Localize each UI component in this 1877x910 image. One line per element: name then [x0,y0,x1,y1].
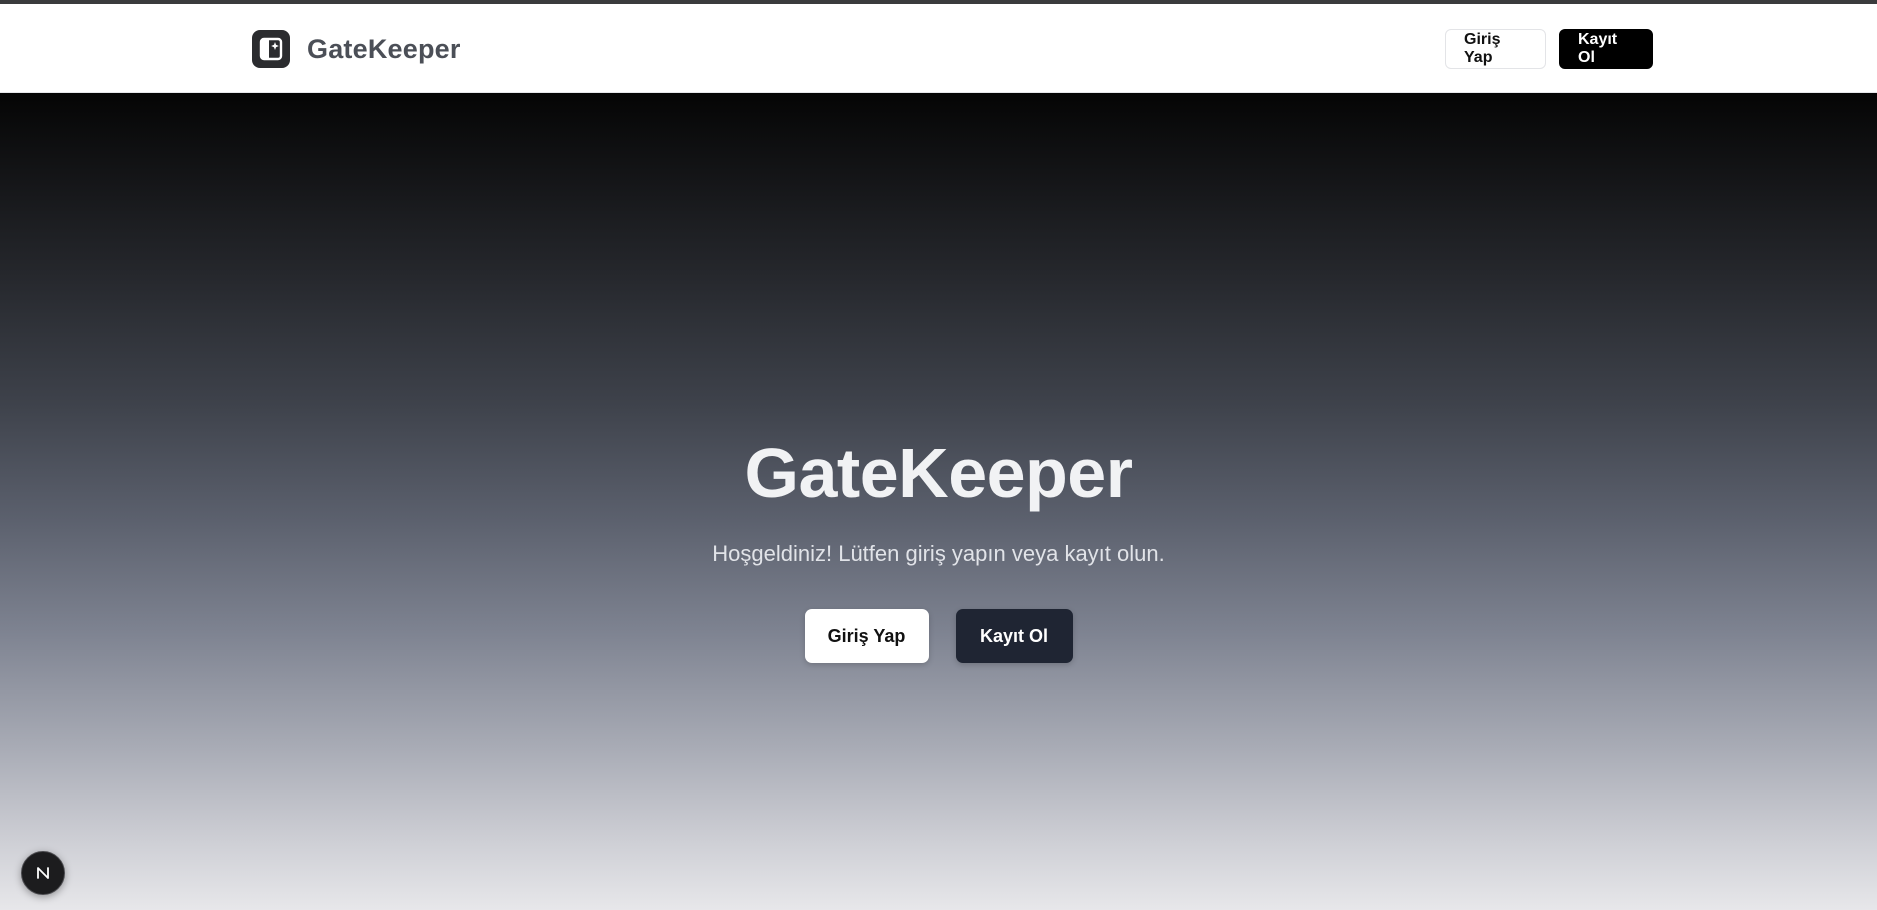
brand-name: GateKeeper [307,33,461,64]
hero-section: GateKeeper Hoşgeldiniz! Lütfen giriş yap… [0,93,1877,910]
brand[interactable]: GateKeeper [252,30,461,68]
nextjs-icon [37,867,49,879]
hero-actions: Giriş Yap Kayıt Ol [0,609,1877,663]
navbar: GateKeeper Giriş Yap Kayıt Ol [0,4,1877,93]
nextjs-dev-badge[interactable] [21,851,65,895]
header-register-button[interactable]: Kayıt Ol [1559,29,1653,69]
hero-title: GateKeeper [744,434,1133,512]
layout-sparkle-icon [252,30,290,68]
header-login-button[interactable]: Giriş Yap [1445,29,1546,69]
hero-subtitle: Hoşgeldiniz! Lütfen giriş yapın veya kay… [712,541,1165,566]
hero-register-button[interactable]: Kayıt Ol [955,609,1073,663]
hero-login-button[interactable]: Giriş Yap [804,609,929,663]
nav-actions: Giriş Yap Kayıt Ol [1445,29,1653,69]
